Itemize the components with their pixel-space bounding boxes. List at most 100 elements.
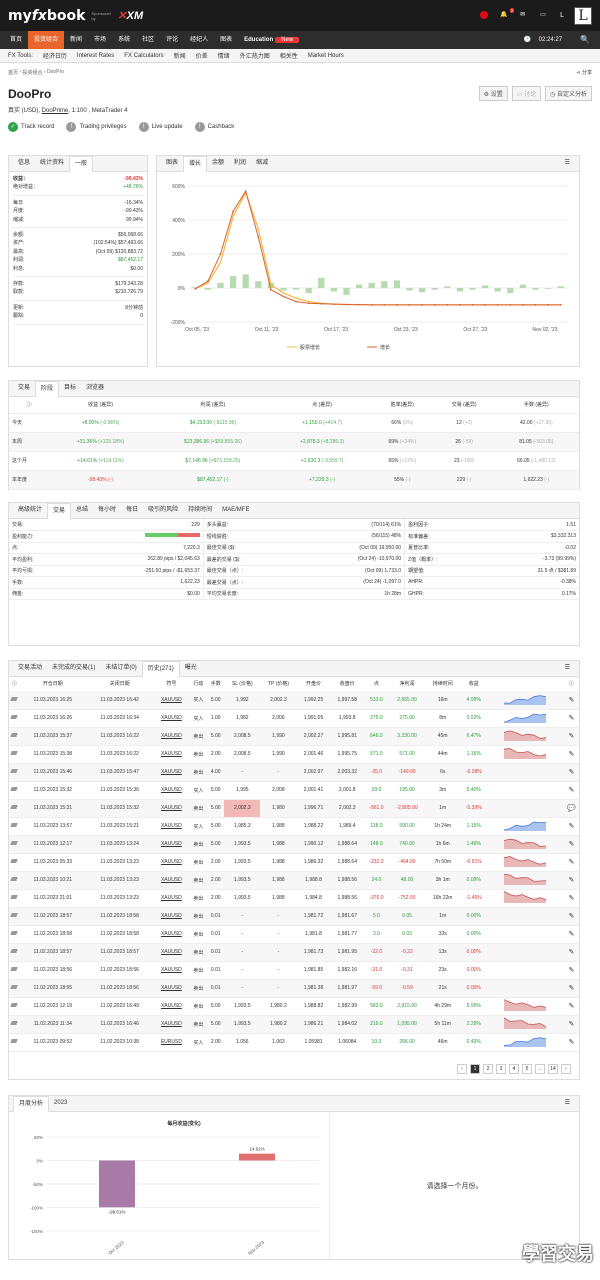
monthly-tab-0[interactable]: 月度分析 [13,1095,50,1112]
stats-tab-2[interactable]: 总结 [71,503,93,518]
nav-community[interactable]: 社区 [136,31,160,49]
stats-tab-6[interactable]: 持续时间 [183,503,217,518]
edit-icon[interactable]: ✎ [563,781,579,800]
subnav-sentiment[interactable]: 情绪 [218,51,230,60]
nav-charts[interactable]: 图表 [214,31,238,49]
period-tab-3[interactable]: 浏览器 [81,381,109,396]
history-cell[interactable]: XAUUSD [153,691,190,710]
share-button[interactable]: ⋖ 分享 [576,69,592,76]
tag-icon[interactable] [9,997,20,1016]
avatar[interactable]: L [574,6,592,25]
info-icon[interactable]: ⓘ [9,397,50,414]
chart-tab-3[interactable]: 利润 [229,156,251,171]
history-tab-4[interactable]: 曝光 [180,661,202,676]
tag-icon[interactable] [9,763,20,782]
language-flag-icon[interactable] [480,10,489,19]
edit-icon[interactable]: ✎ [563,997,579,1016]
nav-home[interactable]: 首页 [4,31,28,49]
edit-icon[interactable]: ✎ [563,763,579,782]
chart-settings-icon[interactable]: ☰ [560,156,575,171]
history-header[interactable]: 净利润 [389,677,426,691]
tag-icon[interactable] [9,871,20,890]
info-tab-2[interactable]: 一般 [69,155,94,172]
tag-icon[interactable] [9,889,20,908]
tag-icon[interactable] [9,853,20,872]
info-tab-0[interactable]: 信息 [13,156,35,171]
history-header[interactable]: 行动 [190,677,207,691]
period-tab-2[interactable]: 目标 [59,381,81,396]
history-tab-0[interactable]: 交易活动 [13,661,47,676]
history-cell[interactable]: XAUUSD [153,781,190,800]
period-header[interactable]: 交易 (差异) [434,397,494,414]
history-cell[interactable]: XAUUSD [153,961,190,980]
mail-icon[interactable]: ✉ [520,11,530,21]
history-cell[interactable]: XAUUSD [153,907,190,926]
tag-icon[interactable] [9,799,20,818]
info-icon[interactable] [488,677,564,691]
history-cell[interactable]: XAUUSD [153,997,190,1016]
period-tab-0[interactable]: 交易 [13,381,35,396]
info-icon[interactable]: ⓘ [564,677,579,691]
history-tab-3[interactable]: 历史(271) [141,660,180,677]
history-header[interactable]: 收益 [460,677,487,691]
history-header[interactable]: 持续时间 [425,677,460,691]
history-cell[interactable]: XAUUSD [153,889,190,908]
edit-icon[interactable]: ✎ [563,871,579,890]
next-page-button[interactable]: › [561,1064,571,1074]
period-header[interactable]: 手数 (差异) [493,397,579,414]
monthly-settings-icon[interactable]: ☰ [560,1096,575,1111]
history-header[interactable]: 手数 [207,677,224,691]
period-header[interactable]: 利润 (差异) [151,397,275,414]
edit-icon[interactable]: ✎ [563,943,579,962]
page-button[interactable]: 1 [470,1064,480,1074]
history-cell[interactable]: XAUUSD [153,853,190,872]
history-cell[interactable]: EURUSD [153,1033,190,1052]
page-button[interactable]: ... [535,1064,545,1074]
tag-icon[interactable] [9,835,20,854]
page-button[interactable]: 14 [548,1064,558,1074]
edit-icon[interactable]: ✎ [563,745,579,764]
history-cell[interactable]: XAUUSD [153,709,190,728]
page-button[interactable]: 4 [509,1064,519,1074]
history-header[interactable]: 点 [364,677,389,691]
history-header[interactable]: 关闭日期 [86,677,153,691]
prev-page-button[interactable]: ‹ [457,1064,467,1074]
history-header[interactable]: 开盘价 [297,677,331,691]
stats-tab-4[interactable]: 每日 [121,503,143,518]
subnav-interest[interactable]: Interest Rates [77,53,114,59]
edit-icon[interactable]: ✎ [563,835,579,854]
history-cell[interactable]: XAUUSD [153,763,190,782]
edit-icon[interactable]: ✎ [563,727,579,746]
edit-icon[interactable]: ✎ [563,1033,579,1052]
breadcrumb-home[interactable]: 首页 [8,69,18,76]
info-icon[interactable]: ⓘ [9,677,19,691]
nav-brokers[interactable]: 经纪人 [184,31,214,49]
stats-tab-3[interactable]: 每小时 [93,503,121,518]
tag-icon[interactable] [9,691,20,710]
period-header[interactable]: 胜率(差异) [369,397,435,414]
tag-icon[interactable] [9,961,20,980]
history-tab-1[interactable]: 未完成的交易(1) [47,661,100,676]
chart-tab-4[interactable]: 缩减 [251,156,273,171]
edit-icon[interactable]: ✎ [563,925,579,944]
nav-news[interactable]: 新闻 [64,31,88,49]
subnav-spreads[interactable]: 价差 [196,51,208,60]
subnav-market-hours[interactable]: Market Hours [308,53,344,59]
stats-tab-7[interactable]: MAE/MFE [217,503,254,518]
page-button[interactable]: 5 [522,1064,532,1074]
nav-education[interactable]: Education New [238,31,305,49]
stats-tab-0[interactable]: 高级统计 [13,503,47,518]
history-settings-icon[interactable]: ☰ [560,661,575,676]
tag-icon[interactable] [9,925,20,944]
chart-tab-0[interactable]: 图表 [161,156,183,171]
history-cell[interactable]: XAUUSD [153,925,190,944]
broker-link[interactable]: DooPrime [42,108,69,114]
edit-icon[interactable]: ✎ [563,1015,579,1034]
history-cell[interactable]: XAUUSD [153,979,190,998]
edit-icon[interactable]: ✎ [563,961,579,980]
tag-icon[interactable] [9,1015,20,1034]
page-button[interactable]: 2 [483,1064,493,1074]
edit-icon[interactable]: ✎ [563,889,579,908]
edit-icon[interactable]: ✎ [563,817,579,836]
chat-icon[interactable]: ▭ [540,11,550,21]
